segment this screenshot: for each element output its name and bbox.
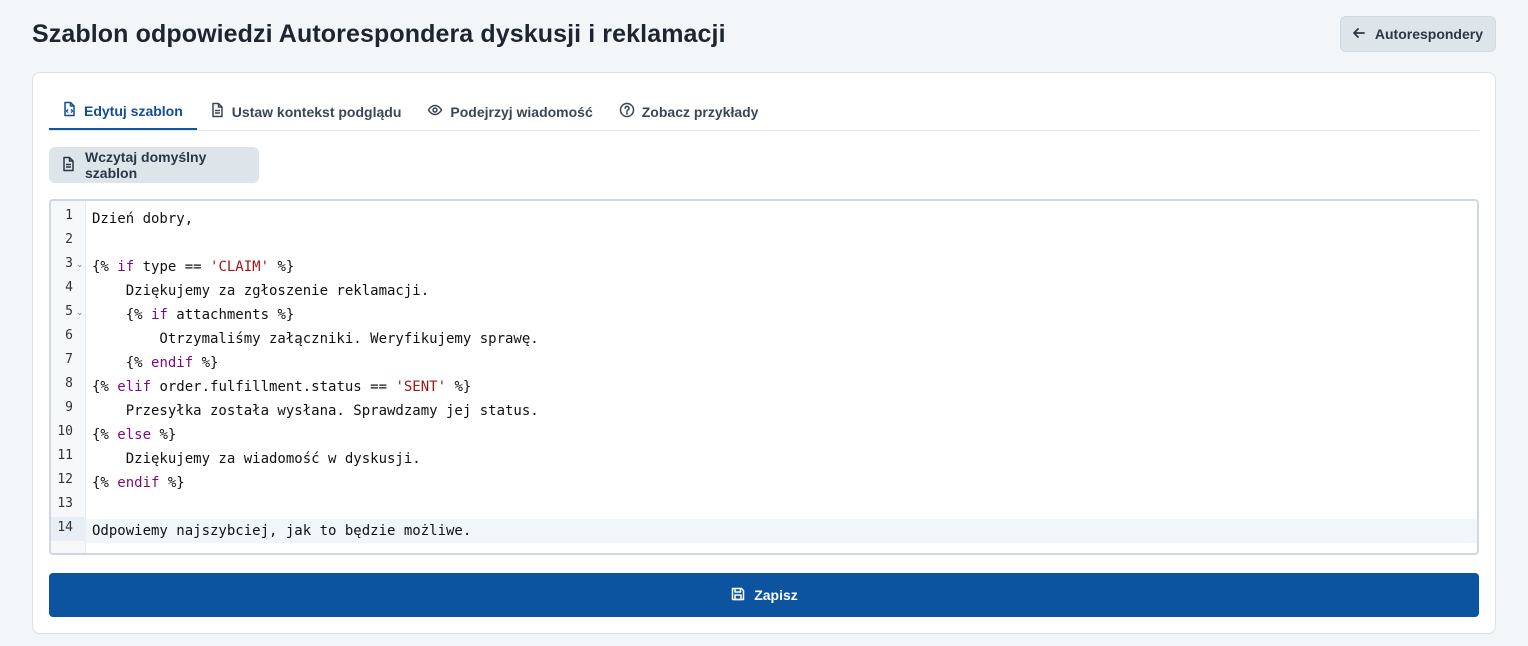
code-line[interactable]: {% endif %}: [86, 351, 1477, 375]
tab-label: Zobacz przykłady: [641, 103, 759, 120]
line-number: 12: [57, 472, 73, 487]
line-number: 7: [65, 352, 73, 367]
help-circle-icon: [619, 102, 635, 121]
arrow-left-icon: [1351, 25, 1367, 44]
line-number: 11: [57, 448, 73, 463]
code-line[interactable]: {% if type == 'CLAIM' %}: [86, 255, 1477, 279]
page-title: Szablon odpowiedzi Autorespondera dyskus…: [32, 19, 726, 48]
line-number: 13: [57, 496, 73, 511]
tab-label: Ustaw kontekst podglądu: [231, 103, 402, 120]
save-button-label: Zapisz: [754, 587, 798, 603]
fold-chevron-icon[interactable]: ⌄: [76, 252, 85, 276]
code-line[interactable]: Odpowiemy najszybciej, jak to będzie moż…: [86, 519, 1477, 543]
template-editor-card: Edytuj szablon Ustaw kontekst podglądu P…: [32, 72, 1496, 634]
line-number: 5: [65, 304, 73, 319]
code-line[interactable]: Przesyłka została wysłana. Sprawdzamy je…: [86, 399, 1477, 423]
page-header: Szablon odpowiedzi Autorespondera dyskus…: [32, 16, 1496, 52]
tab-preview-context[interactable]: Ustaw kontekst podglądu: [197, 93, 416, 130]
code-line[interactable]: [86, 231, 1477, 255]
line-number: 8: [65, 376, 73, 391]
line-number: 10: [57, 424, 73, 439]
code-line[interactable]: {% endif %}: [86, 471, 1477, 495]
line-number: 14: [57, 520, 73, 535]
document-icon: [60, 156, 76, 175]
code-line[interactable]: Otrzymaliśmy załączniki. Weryfikujemy sp…: [86, 327, 1477, 351]
back-button-label: Autorespondery: [1374, 26, 1483, 42]
line-number: 1: [65, 208, 73, 223]
load-default-label: Wczytaj domyślny szablon: [85, 149, 207, 181]
document-icon: [209, 102, 225, 121]
tab-edit-template[interactable]: Edytuj szablon: [49, 93, 197, 130]
save-icon: [730, 586, 746, 605]
save-button[interactable]: Zapisz: [49, 573, 1479, 617]
tab-examples[interactable]: Zobacz przykłady: [607, 93, 773, 130]
code-editor[interactable]: 1 Dzień dobry, 2 3 ⌄ {% if type == 'CLAIM' %}…: [49, 199, 1479, 555]
tab-label: Podejrzyj wiadomość: [450, 103, 593, 120]
tab-label: Edytuj szablon: [84, 102, 183, 119]
code-line[interactable]: {% elif order.fulfillment.status == 'SEN…: [86, 375, 1477, 399]
code-line[interactable]: Dzień dobry,: [86, 207, 1477, 231]
eye-icon: [427, 102, 443, 121]
code-line[interactable]: [86, 495, 1477, 519]
line-number: 2: [65, 232, 73, 247]
line-number: 3: [65, 256, 73, 271]
line-number: 4: [65, 280, 73, 295]
code-line[interactable]: Dziękujemy za zgłoszenie reklamacji.: [86, 279, 1477, 303]
back-to-autoresponders-button[interactable]: Autorespondery: [1339, 16, 1496, 52]
code-line[interactable]: {% if attachments %}: [86, 303, 1477, 327]
line-number: 9: [65, 400, 73, 415]
code-line[interactable]: {% else %}: [86, 423, 1477, 447]
tab-preview-message[interactable]: Podejrzyj wiadomość: [415, 93, 606, 130]
code-line[interactable]: Dziękujemy za wiadomość w dyskusji.: [86, 447, 1477, 471]
fold-chevron-icon[interactable]: ⌄: [76, 300, 85, 324]
tab-bar: Edytuj szablon Ustaw kontekst podglądu P…: [49, 93, 1479, 131]
code-file-icon: [61, 101, 77, 120]
load-default-template-button[interactable]: Wczytaj domyślny szablon: [49, 147, 259, 183]
line-number: 6: [65, 328, 73, 343]
